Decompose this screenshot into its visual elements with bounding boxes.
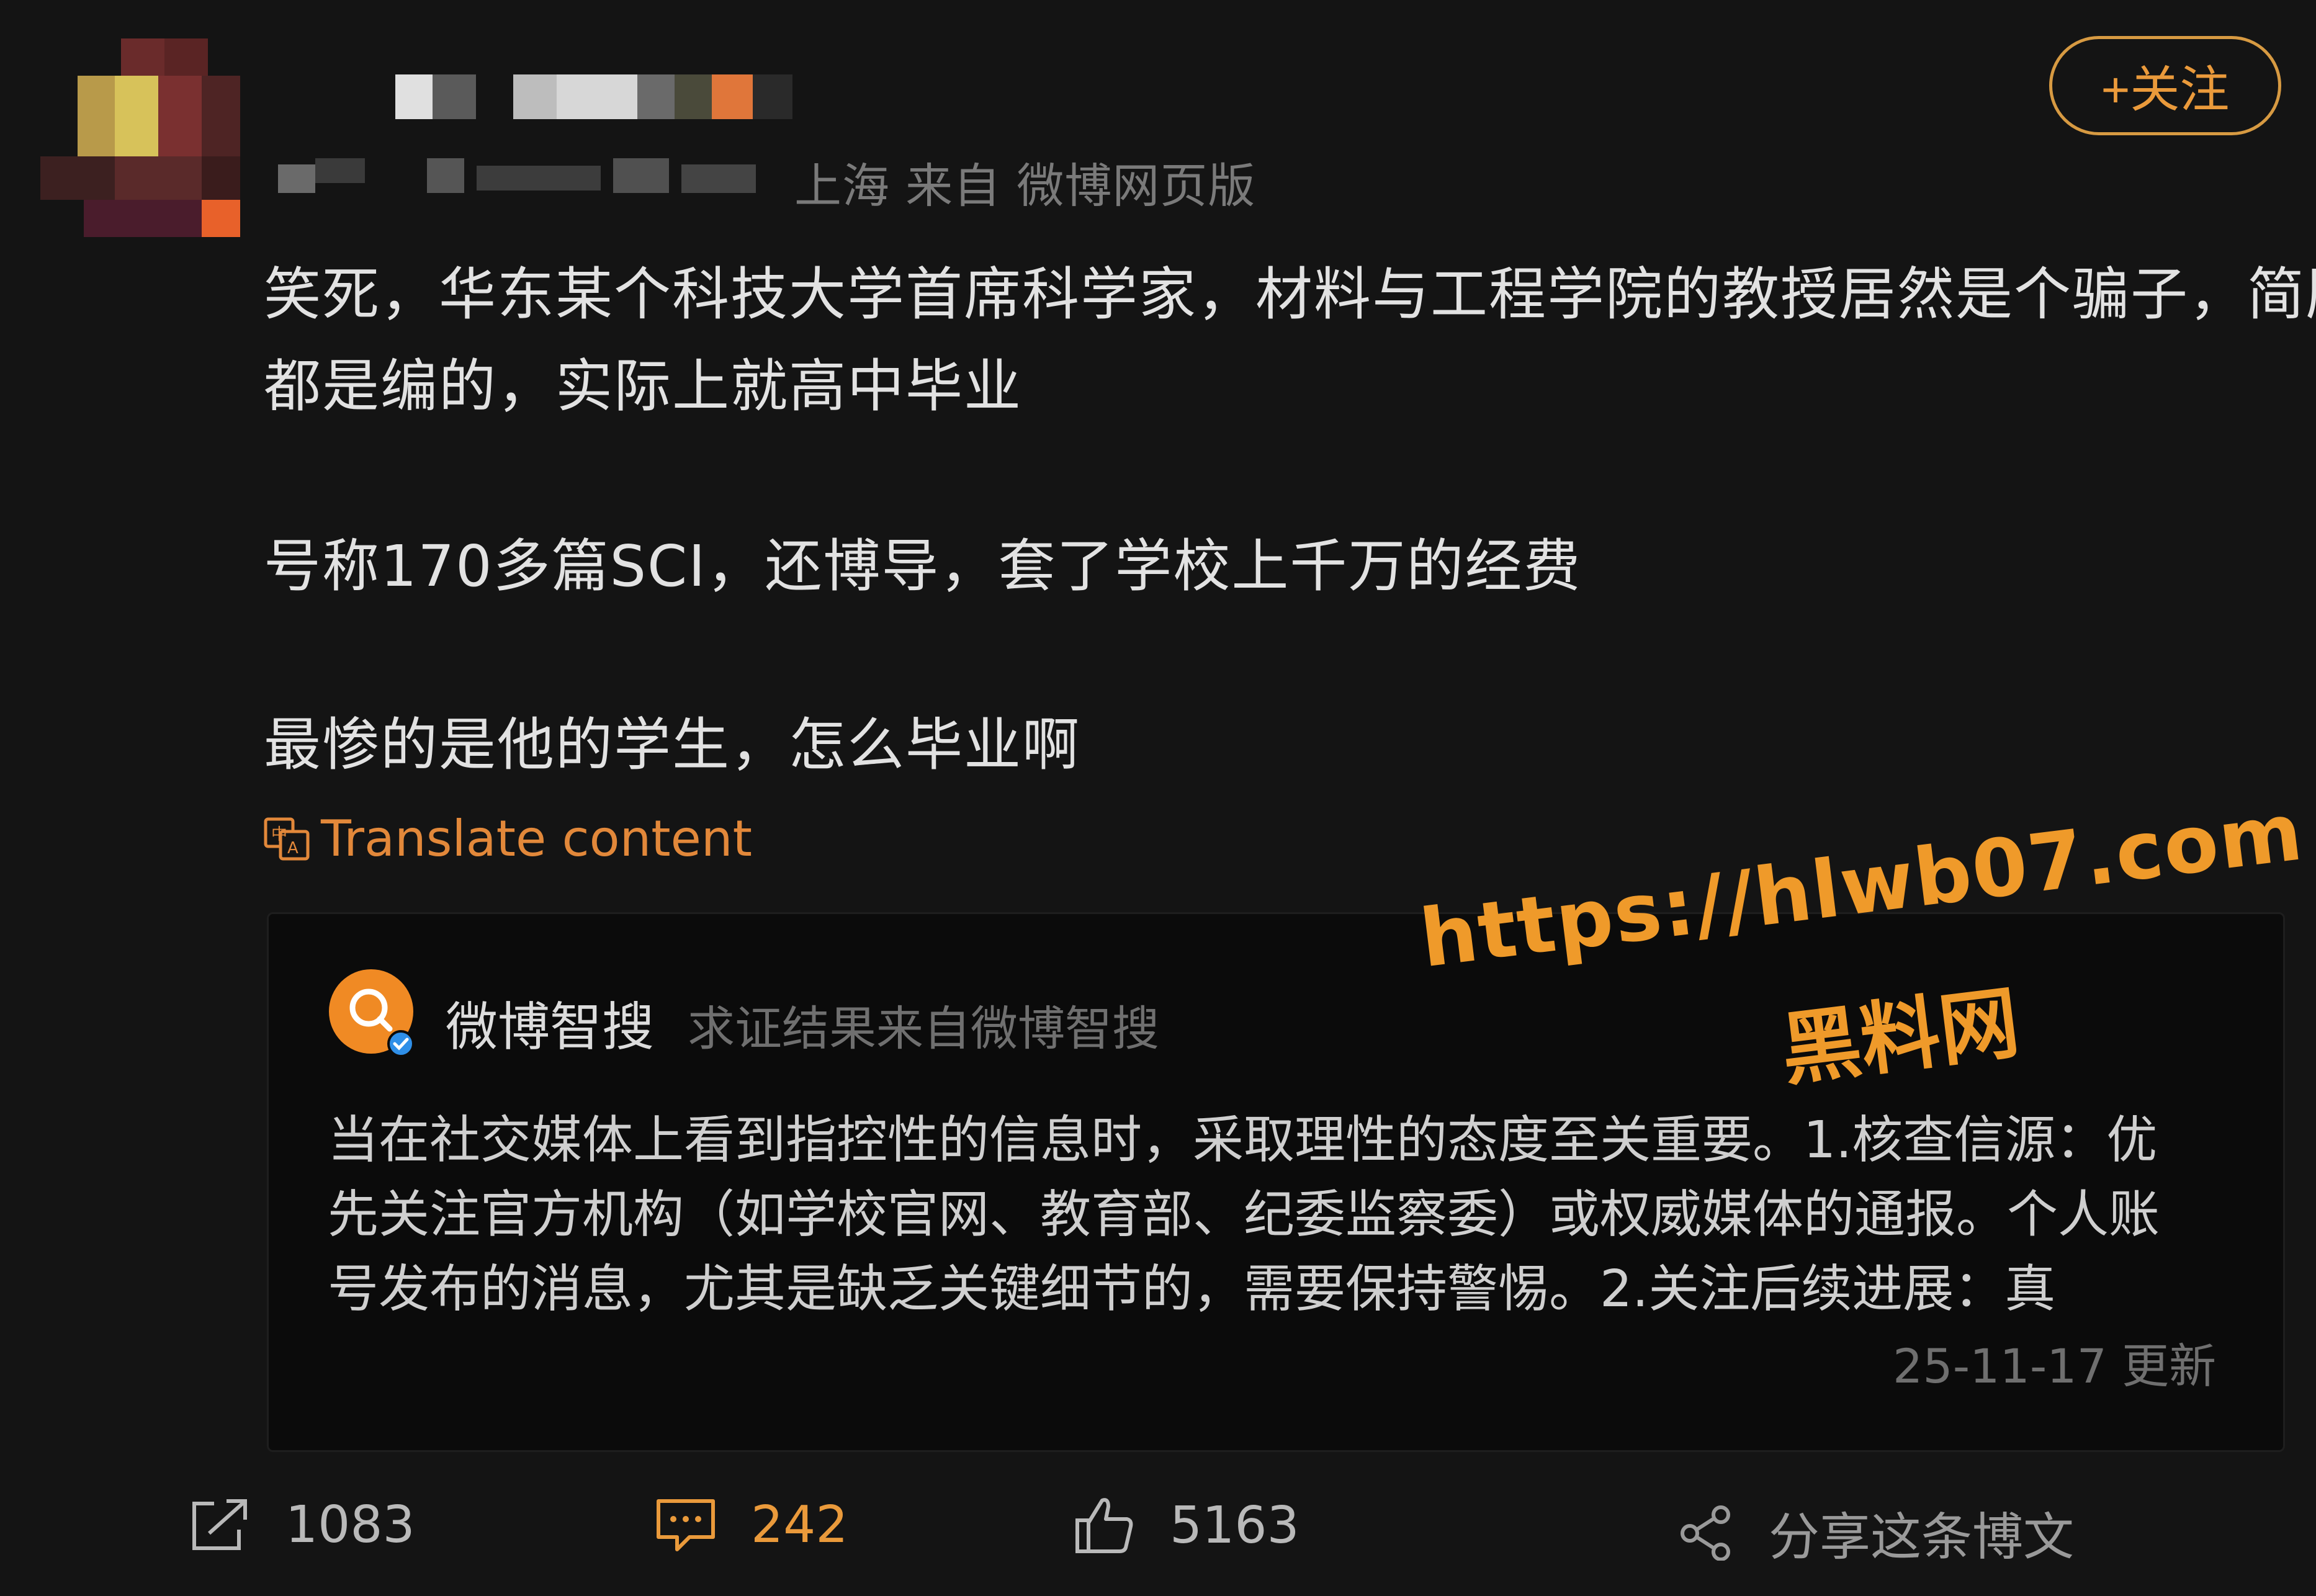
avatar-pixel [164,38,208,76]
username-pixel [753,74,792,119]
post-text-line: 号称170多篇SCI，还博导，套了学校上千万的经费 [264,533,1582,599]
post-text-line: 最惨的是他的学生，怎么毕业啊 [264,712,1081,778]
meta-blurred [278,158,793,194]
like-count: 5163 [1170,1495,1299,1555]
avatar[interactable] [40,38,240,237]
post-meta-source: 上海 来自 微博网页版 [794,158,1256,213]
username-pixel [637,74,675,119]
verified-badge-icon [387,1030,415,1057]
share-icon [1681,1505,1730,1561]
comment-count: 242 [751,1495,848,1554]
svg-text:中: 中 [271,825,287,844]
avatar-pixel [78,76,115,156]
smart-search-subtitle: 求证结果来自微博智搜 [688,1001,1159,1056]
username-pixel [557,74,637,119]
translate-icon: 中 A [264,817,310,860]
username-pixel [513,74,557,119]
smart-search-updated: 25-11-17 更新 [1893,1338,2217,1394]
smart-search-logo-icon [328,968,418,1059]
translate-link[interactable]: 中 A Translate content [264,810,752,867]
username-pixel [675,74,712,119]
comment-icon [657,1499,715,1551]
post-text-line: 都是编的，实际上就高中毕业 [264,353,1023,419]
repost-icon [192,1499,247,1550]
username-blurred[interactable] [395,74,792,119]
repost-button[interactable]: 1083 [189,1495,415,1554]
smart-search-text-line: 先关注官方机构（如学校官网、教育部、纪委监察委）或权威媒体的通报。个人账 [328,1185,2160,1244]
comment-button[interactable]: 242 [655,1495,848,1554]
avatar-pixel [202,76,240,156]
share-button[interactable]: 分享这条博文 [1679,1495,2074,1569]
translate-label: Translate content [321,810,752,867]
smart-search-text-line: 号发布的消息，尤其是缺乏关键细节的，需要保持警惕。2.关注后续进展：真 [328,1260,2056,1319]
avatar-pixel [202,156,240,200]
meta-pixel [427,158,464,193]
share-label: 分享这条博文 [1769,1508,2075,1567]
avatar-pixel [115,156,202,200]
smart-search-text-line: 当在社交媒体上看到指控性的信息时，采取理性的态度至关重要。1.核查信源：优 [328,1111,2158,1170]
follow-button[interactable]: +关注 [2049,36,2281,135]
repost-count: 1083 [285,1495,415,1554]
avatar-pixel [121,38,164,76]
username-pixel [433,74,476,119]
username-pixel [395,74,433,119]
smart-search-name[interactable]: 微博智搜 [446,985,654,1060]
meta-pixel [315,158,365,183]
meta-pixel [681,164,756,193]
avatar-pixel [84,200,202,237]
avatar-pixel [115,76,158,156]
avatar-pixel [202,200,240,237]
username-pixel [712,74,753,119]
like-button[interactable]: 5163 [1074,1495,1299,1555]
meta-pixel [477,166,601,191]
meta-pixel [278,164,315,193]
like-icon [1075,1498,1133,1553]
avatar-pixel [40,156,115,200]
post-text-line: 笑死，华东某个科技大学首席科学家，材料与工程学院的教授居然是个骗子，简历 [264,261,2316,328]
meta-pixel [613,158,669,193]
svg-text:A: A [287,839,298,858]
avatar-pixel [158,76,202,156]
